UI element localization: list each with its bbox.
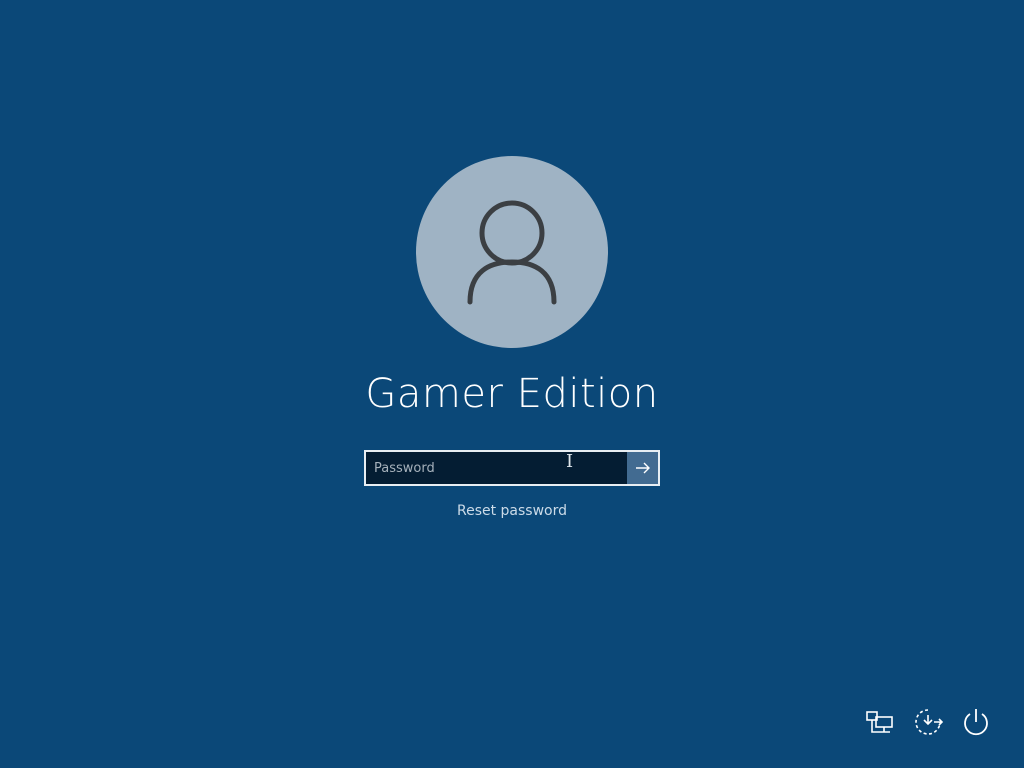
power-icon bbox=[964, 709, 988, 736]
power-button[interactable] bbox=[958, 704, 994, 740]
password-box: I bbox=[364, 450, 660, 486]
user-name: Gamer Edition bbox=[365, 371, 659, 417]
user-avatar bbox=[416, 156, 608, 348]
arrow-right-icon bbox=[635, 462, 650, 474]
submit-button[interactable] bbox=[627, 452, 658, 484]
text-cursor-icon: I bbox=[566, 451, 574, 472]
network-icon bbox=[866, 711, 893, 733]
ease-of-access-icon bbox=[915, 709, 944, 735]
reset-password-link[interactable]: Reset password bbox=[362, 503, 662, 519]
password-input[interactable] bbox=[366, 452, 627, 484]
network-button[interactable] bbox=[862, 704, 898, 740]
user-silhouette-icon bbox=[467, 200, 557, 305]
ease-of-access-button[interactable] bbox=[910, 704, 946, 740]
